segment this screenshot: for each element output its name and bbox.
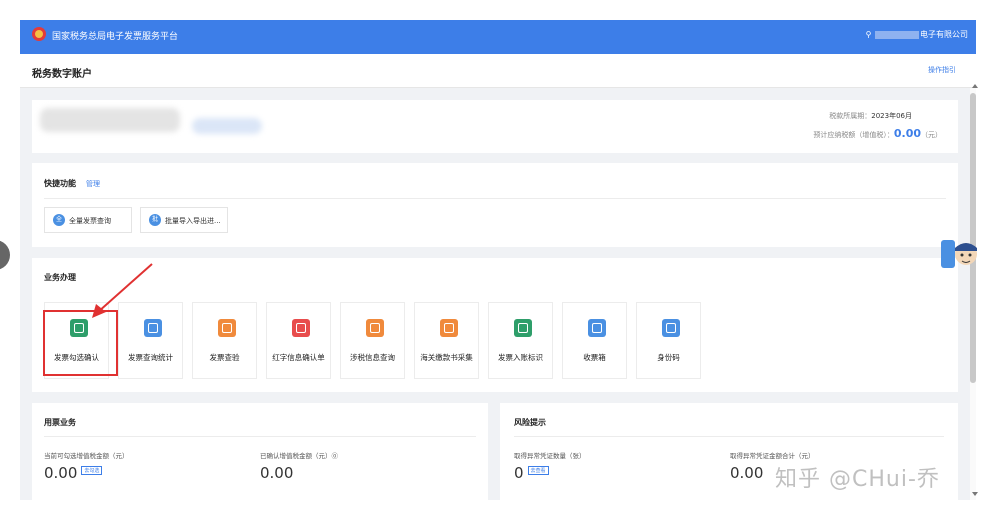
redacted-info-2 <box>192 118 262 134</box>
page-subheader: 税务数字账户 操作指引 <box>20 54 976 88</box>
tile-red-letter-confirm[interactable]: 红字信息确认单 <box>266 302 331 379</box>
confirmed-tax-value: 0.00 <box>260 464 294 482</box>
tax-period: 税款所属期：2023年06月 <box>829 112 912 120</box>
selectable-tax-value: 0.00 去勾选 <box>44 464 103 482</box>
quick-btn-label: 批量导入导出进... <box>165 217 221 225</box>
full-query-icon: 全 <box>53 214 65 226</box>
quick-btn-batch-import-export[interactable]: 批 批量导入导出进... <box>140 207 228 233</box>
redacted-company-info <box>40 108 180 132</box>
user-name-redacted <box>875 30 919 39</box>
divider <box>44 198 946 199</box>
divider <box>44 436 476 437</box>
platform-title: 国家税务总局电子发票服务平台 <box>52 32 179 42</box>
qr-code-icon <box>662 319 680 337</box>
scroll-up-arrow-icon[interactable] <box>972 84 978 88</box>
usage-title: 用票业务 <box>44 418 76 427</box>
abnormal-count-value: 0 去查看 <box>514 464 549 482</box>
user-account[interactable]: ⚲ 电子有限公司 <box>866 29 968 40</box>
confirmed-tax-label: 已确认增值税金额（元）⓪ <box>260 452 338 460</box>
go-select-button[interactable]: 去勾选 <box>81 466 103 475</box>
tile-invoice-inbox[interactable]: 收票箱 <box>562 302 627 379</box>
quick-functions-card: 快捷功能 管理 <box>32 163 958 247</box>
tile-label: 身份码 <box>657 353 680 362</box>
tile-label: 海关缴款书采集 <box>420 353 473 362</box>
business-title: 业务办理 <box>44 273 76 282</box>
account-info-card: 税款所属期：2023年06月 预计应纳税额（增值税）：0.00（元） <box>32 100 958 153</box>
tile-customs-collection[interactable]: 海关缴款书采集 <box>414 302 479 379</box>
tile-label: 涉税信息查询 <box>350 353 395 362</box>
abnormal-amount-value: 0.00 <box>730 464 764 482</box>
go-view-button[interactable]: 去查看 <box>527 466 549 475</box>
abnormal-count-label: 取得异常凭证数量（张） <box>514 452 586 460</box>
abnormal-amount-label: 取得异常凭证金额合计（元） <box>730 452 815 460</box>
scroll-down-arrow-icon[interactable] <box>972 492 978 496</box>
invoice-verify-icon <box>218 319 236 337</box>
tax-emblem-icon <box>32 27 46 41</box>
manage-link[interactable]: 管理 <box>86 179 100 189</box>
quick-btn-full-invoice-query[interactable]: 全 全量发票查询 <box>44 207 132 233</box>
risk-title: 风险提示 <box>514 418 546 427</box>
mailbox-icon <box>588 319 606 337</box>
tile-invoice-verify[interactable]: 发票查验 <box>192 302 257 379</box>
tile-label: 发票查验 <box>209 353 240 362</box>
ledger-icon <box>514 319 532 337</box>
zhihu-watermark: 知乎 @CHui-乔 <box>775 467 940 492</box>
divider <box>514 436 944 437</box>
top-header-bar: 国家税务总局电子发票服务平台 ⚲ 电子有限公司 <box>20 20 976 54</box>
estimated-tax-amount: 0.00 <box>893 127 921 140</box>
tile-label: 发票入账标识 <box>498 353 543 362</box>
usage-business-card: 用票业务 当前可勾选增值税金额（元） 0.00 去勾选 已确认增值税金额（元）⓪ … <box>32 403 488 500</box>
selectable-tax-label: 当前可勾选增值税金额（元） <box>44 452 129 460</box>
tax-info-icon <box>366 319 384 337</box>
annotation-arrow <box>92 263 153 318</box>
user-company-name: 电子有限公司 <box>920 30 968 39</box>
operation-guide-link[interactable]: 操作指引 <box>928 65 956 75</box>
red-letter-icon <box>292 319 310 337</box>
tile-label: 红字信息确认单 <box>272 353 325 362</box>
user-icon: ⚲ <box>865 30 872 39</box>
tile-label: 发票查询统计 <box>128 353 173 362</box>
assistant-avatar-icon[interactable] <box>940 236 978 272</box>
tile-tax-info-query[interactable]: 涉税信息查询 <box>340 302 405 379</box>
tile-identity-code[interactable]: 身份码 <box>636 302 701 379</box>
quick-btn-label: 全量发票查询 <box>69 217 111 225</box>
estimated-tax: 预计应纳税额（增值税）：0.00（元） <box>813 127 942 140</box>
tile-invoice-ledger-mark[interactable]: 发票入账标识 <box>488 302 553 379</box>
customs-icon <box>440 319 458 337</box>
batch-icon: 批 <box>149 214 161 226</box>
page-title: 税务数字账户 <box>32 69 92 80</box>
side-toggle-handle[interactable] <box>0 240 10 270</box>
tile-label: 收票箱 <box>583 353 606 362</box>
quick-functions-title: 快捷功能 <box>44 179 76 188</box>
